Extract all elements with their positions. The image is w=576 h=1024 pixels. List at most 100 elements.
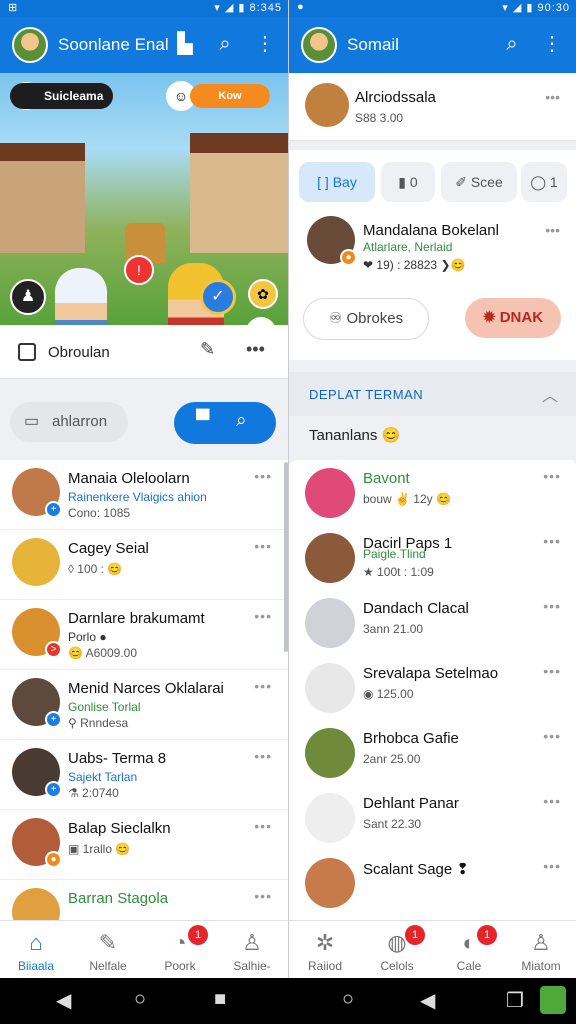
list-item[interactable]: Dacirl Paps 1 Paigle.Tlind ★ 100t : 1:09 ••… — [289, 525, 576, 590]
check-icon[interactable]: ✓ — [200, 279, 236, 315]
post-author-name[interactable]: Mandalana Bokelanl — [363, 222, 499, 239]
tab-comments[interactable]: ◯ 1 — [521, 162, 567, 202]
avatar[interactable] — [305, 533, 355, 583]
filter-chip[interactable]: ▭ ahlarron — [10, 402, 128, 442]
more-vert-icon-right[interactable]: ⋮ — [539, 31, 565, 57]
app-logo-avatar[interactable] — [12, 27, 48, 63]
more-horiz-icon[interactable]: ••• — [246, 339, 265, 360]
more-horiz-icon[interactable]: ••• — [543, 858, 561, 874]
coin-pill[interactable]: Kow — [190, 84, 270, 108]
avatar[interactable] — [305, 728, 355, 778]
back-icon-2[interactable]: ◀ — [420, 988, 435, 1013]
nav-tab[interactable]: ✎ Nelfale — [72, 921, 144, 978]
avatar[interactable]: ● — [12, 818, 62, 868]
profile-more-icon[interactable]: ••• — [545, 89, 560, 105]
list-item[interactable]: Brhobca Gafie 2anr 25.00 ••• — [289, 720, 576, 785]
more-horiz-icon[interactable]: ••• — [254, 748, 272, 764]
post-more-icon[interactable]: ••• — [545, 222, 560, 238]
tab-count[interactable]: ▮ 0 — [381, 162, 435, 202]
more-horiz-icon[interactable]: ••• — [254, 538, 272, 554]
avatar-badge: + — [45, 501, 62, 518]
chat-icon[interactable]: ▀ — [196, 410, 209, 432]
avatar[interactable]: + — [12, 678, 62, 728]
list-item[interactable]: Cagey Seial ◊ 100 : 😊 ••• — [0, 530, 288, 600]
list-item[interactable]: Scalant Sage ❢ ••• — [289, 850, 576, 915]
section-header[interactable]: DEPLAT TERMAN ︿ — [289, 372, 576, 416]
post-avatar[interactable]: ● — [307, 216, 357, 266]
recents-icon-2[interactable]: ❐ — [506, 988, 524, 1013]
android-app-icon[interactable] — [540, 986, 566, 1014]
more-horiz-icon[interactable]: ••• — [543, 533, 561, 549]
more-horiz-icon[interactable]: ••• — [254, 468, 272, 484]
profile-card[interactable]: Alrciodssala S88 3.00 ••• — [289, 73, 576, 141]
alert-icon[interactable]: ! — [124, 255, 154, 285]
list-item[interactable]: Bavont bouw ✌ 12y 😊 ••• — [289, 460, 576, 525]
back-icon[interactable]: ◀ — [56, 988, 71, 1013]
tab-bay[interactable]: [ ] Bay — [299, 162, 375, 202]
more-horiz-icon[interactable]: ••• — [254, 818, 272, 834]
more-horiz-icon[interactable]: ••• — [543, 598, 561, 614]
avatar[interactable] — [305, 663, 355, 713]
avatar[interactable]: + — [12, 748, 62, 798]
search-icon-right[interactable]: ⌕ — [499, 31, 525, 57]
checkbox-icon[interactable] — [18, 343, 36, 361]
brush-icon[interactable]: ✎ — [200, 339, 215, 360]
more-horiz-icon[interactable]: ••• — [254, 608, 272, 624]
list-item[interactable]: ● Balap Sieclalkn ▣ 1rallo 😊 ••• — [0, 810, 288, 880]
nav-tab[interactable]: ♙ Miatom — [505, 921, 576, 978]
home-icon[interactable]: ○ — [134, 988, 146, 1011]
profile-icon[interactable]: ♟ — [10, 279, 46, 315]
avatar[interactable] — [305, 793, 355, 843]
nav-tab[interactable]: ◐ Cale 1 — [433, 921, 505, 978]
item-name: Manaia Oleloolarn — [68, 470, 190, 487]
avatar[interactable]: > — [12, 608, 62, 658]
action-pill[interactable]: ▀ ⌕ — [174, 402, 276, 444]
avatar[interactable] — [305, 598, 355, 648]
chevron-up-icon[interactable]: ︿ — [542, 382, 558, 406]
nav-tab[interactable]: ◔ Poork 1 — [144, 921, 216, 978]
friend-bubble-icon[interactable]: ☺ — [246, 317, 276, 325]
list-item[interactable]: Srevalapa Setelmao ◉ 125.00 ••• — [289, 655, 576, 720]
list-item[interactable]: + Manaia Oleloolarn Rainenkere Vlaigics ah… — [0, 460, 288, 530]
avatar[interactable] — [305, 468, 355, 518]
avatar[interactable]: + — [12, 468, 62, 518]
profile-meta: S88 3.00 — [355, 111, 404, 125]
home-icon-2[interactable]: ○ — [342, 988, 354, 1011]
nav-tab[interactable]: ⌂ Biiaala — [0, 921, 72, 978]
avatar[interactable] — [305, 858, 355, 908]
more-horiz-icon[interactable]: ••• — [254, 678, 272, 694]
list-item[interactable]: + Uabs- Terma 8 Sajekt Tarlan ⚗ 2:0740 ••• — [0, 740, 288, 810]
nav-tab[interactable]: ♙ Salhie- — [216, 921, 288, 978]
dnak-button[interactable]: ✹ DNAK — [465, 298, 561, 338]
list-item[interactable]: Dehlant Panar Sant 22.30 ••• — [289, 785, 576, 850]
list-item[interactable]: + Menid Narces Oklalarai Gonlise Torlal ⚲ R… — [0, 670, 288, 740]
more-horiz-icon[interactable]: ••• — [543, 468, 561, 484]
character-white-hat[interactable] — [55, 268, 107, 325]
player-name-pill[interactable]: Suicleama — [10, 83, 114, 109]
pill-search-icon[interactable]: ⌕ — [236, 410, 247, 432]
more-horiz-icon[interactable]: ••• — [254, 888, 272, 904]
house-right — [190, 133, 288, 253]
recents-icon[interactable]: ■ — [214, 988, 226, 1011]
more-horiz-icon[interactable]: ••• — [543, 728, 561, 744]
item-name: Bavont — [363, 470, 410, 487]
profile-avatar[interactable] — [305, 83, 349, 127]
app-logo-avatar-right[interactable] — [301, 27, 337, 63]
avatar[interactable] — [12, 538, 60, 586]
more-vert-icon[interactable]: ⋮ — [252, 31, 278, 57]
bee-icon[interactable]: ✿ — [248, 279, 278, 309]
nav-tab[interactable]: ✲ Raiiod — [289, 921, 361, 978]
list-item[interactable]: Dandach Clacal 3ann 21.00 ••• — [289, 590, 576, 655]
tab-scee[interactable]: ✐ Scee — [441, 162, 517, 202]
status-icons: ⊞ — [8, 2, 18, 14]
nav-tab[interactable]: ◍ Celols 1 — [361, 921, 433, 978]
list-item[interactable]: > Darnlare brakumamt Porlo ● 😊 A6009.00 ••• — [0, 600, 288, 670]
more-horiz-icon[interactable]: ••• — [543, 793, 561, 809]
more-horiz-icon[interactable]: ••• — [543, 663, 561, 679]
nav-label: Celols — [380, 959, 414, 973]
search-icon[interactable]: ⌕ — [212, 31, 238, 57]
game-scene[interactable]: Suicleama ☺ Kow ! ✿ ☺ ♟ ✓ ☺ — [0, 73, 288, 325]
obrokes-button[interactable]: ♾ Obrokes — [303, 298, 429, 340]
nav-label: Nelfale — [89, 959, 127, 973]
shop-icon[interactable]: ▙ — [172, 31, 198, 57]
